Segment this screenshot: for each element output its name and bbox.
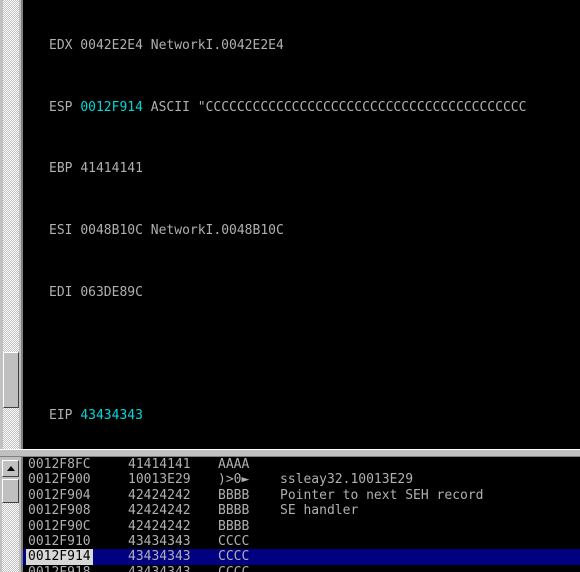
stack-row-list: 0012F8FC 41414141 AAAA 0012F900 10013E29… xyxy=(23,457,580,572)
stack-pane-body: 0012F8FC 41414141 AAAA 0012F900 10013E29… xyxy=(21,457,580,572)
register-row-edx[interactable]: EDX 0042E2E4 NetworkI.0042E2E4 xyxy=(49,38,526,53)
register-row-eip[interactable]: EIP 43434343 xyxy=(49,408,526,423)
register-esi-value: 0048B10C xyxy=(80,223,143,239)
register-edx-text: EDX 0042E2E4 NetworkI.0042E2E4 xyxy=(49,38,284,54)
register-esi-comment: NetworkI.0048B10C xyxy=(150,223,284,239)
registers-scrollbar-thumb[interactable] xyxy=(3,352,19,408)
register-ebp-label: EBP xyxy=(49,161,73,177)
register-edi-label: EDI xyxy=(49,284,73,300)
table-row[interactable]: 0012F900 10013E29 )>0► ssleay32.10013E29 xyxy=(23,472,580,487)
stack-address: 0012F914 xyxy=(26,549,93,565)
stack-address: 0012F904 xyxy=(28,487,91,503)
register-eip-label: EIP xyxy=(49,407,73,423)
table-row[interactable]: 0012F8FC 41414141 AAAA xyxy=(23,457,580,472)
register-esp-label: ESP xyxy=(49,99,73,115)
stack-pane-chrome xyxy=(0,457,21,572)
stack-value: 43434343 xyxy=(128,533,191,549)
stack-ascii: BBBB xyxy=(218,503,250,519)
table-row[interactable]: 0012F910 43434343 CCCC xyxy=(23,534,580,549)
stack-ascii: CCCC xyxy=(218,533,250,549)
register-row-esp[interactable]: ESP 0012F914 ASCII "CCCCCCCCCCCCCCCCCCCC… xyxy=(49,100,526,115)
registers-pane-body: EDX 0042E2E4 NetworkI.0042E2E4 ESP 0012F… xyxy=(21,0,580,449)
register-edi-value: 063DE89C xyxy=(80,284,143,300)
stack-value: 10013E29 xyxy=(128,472,191,488)
stack-ascii: AAAA xyxy=(218,457,250,472)
register-eip-value: 43434343 xyxy=(80,407,143,423)
stack-comment: Pointer to next SEH record xyxy=(280,487,484,503)
debugger-window: EDX 0042E2E4 NetworkI.0042E2E4 ESP 0012F… xyxy=(0,0,580,572)
stack-ascii: CCCC xyxy=(218,565,249,572)
stack-comment: SE handler xyxy=(280,503,359,519)
stack-pane: 0012F8FC 41414141 AAAA 0012F900 10013E29… xyxy=(0,457,580,572)
stack-address: 0012F908 xyxy=(28,503,91,519)
stack-address: 0012F8FC xyxy=(28,457,91,472)
register-row-esi[interactable]: ESI 0048B10C NetworkI.0048B10C xyxy=(49,223,526,238)
stack-ascii: )>0► xyxy=(218,472,250,488)
table-row[interactable]: 0012F904 42424242 BBBB Pointer to next S… xyxy=(23,488,580,503)
stack-ascii: BBBB xyxy=(218,487,250,503)
stack-comment: ssleay32.10013E29 xyxy=(280,472,414,488)
table-row[interactable]: 0012F908 42424242 BBBB SE handler xyxy=(23,503,580,518)
register-spacer-1 xyxy=(49,346,526,361)
register-row-ebp[interactable]: EBP 41414141 xyxy=(49,161,526,176)
stack-value: 43434343 xyxy=(128,565,191,572)
stack-value: 42424242 xyxy=(128,487,191,503)
registers-text-block: EDX 0042E2E4 NetworkI.0042E2E4 ESP 0012F… xyxy=(49,0,526,449)
table-row[interactable]: 0012F918 43434343 CCCC xyxy=(23,565,580,572)
stack-value: 43434343 xyxy=(128,549,191,565)
register-esp-comment: ASCII "CCCCCCCCCCCCCCCCCCCCCCCCCCCCCCCCC… xyxy=(150,99,527,115)
stack-address: 0012F900 xyxy=(28,472,91,488)
stack-scrollbar-track[interactable] xyxy=(2,503,19,572)
stack-value: 42424242 xyxy=(128,518,191,534)
register-ebp-value: 41414141 xyxy=(80,161,143,177)
stack-ascii: CCCC xyxy=(218,549,250,565)
stack-ascii: BBBB xyxy=(218,518,250,534)
registers-pane-chrome xyxy=(0,0,21,449)
table-row-selected[interactable]: 0012F914 43434343 CCCC xyxy=(23,549,580,565)
register-esi-label: ESI xyxy=(49,223,73,239)
sp5 xyxy=(143,223,151,238)
stack-address: 0012F910 xyxy=(28,533,91,549)
sp2 xyxy=(143,100,151,115)
register-esp-value: 0012F914 xyxy=(80,99,143,115)
register-row-edi[interactable]: EDI 063DE89C xyxy=(49,285,526,300)
table-row[interactable]: 0012F90C 42424242 BBBB xyxy=(23,519,580,534)
stack-value: 42424242 xyxy=(128,503,191,519)
stack-address: 0012F90C xyxy=(28,518,91,534)
stack-value: 41414141 xyxy=(128,457,191,472)
stack-scrollbar-thumb[interactable] xyxy=(2,479,19,503)
chevron-up-icon xyxy=(7,466,15,471)
stack-scroll-up-button[interactable] xyxy=(2,460,19,477)
pane-splitter[interactable] xyxy=(0,449,580,457)
registers-pane: EDX 0042E2E4 NetworkI.0042E2E4 ESP 0012F… xyxy=(0,0,580,449)
stack-address: 0012F918 xyxy=(28,565,91,572)
